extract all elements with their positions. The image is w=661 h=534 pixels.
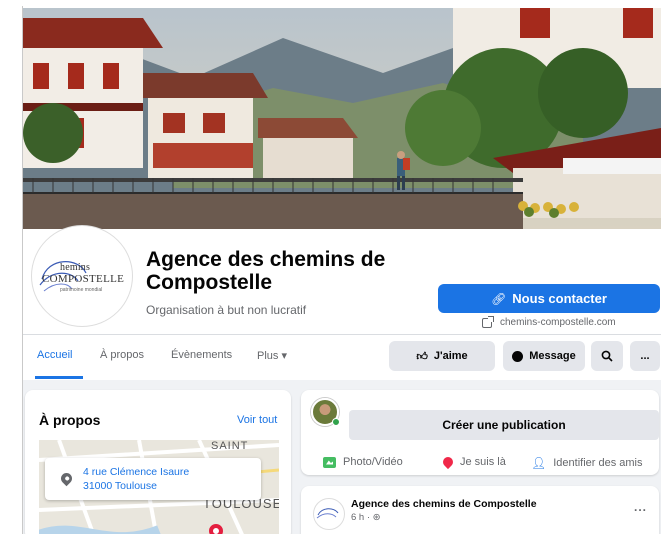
- post-options-button[interactable]: ...: [634, 500, 647, 514]
- page-category: Organisation à but non lucratif: [146, 303, 307, 317]
- location-map[interactable]: SAINT TOULOUSE 4 rue Clémence Isaure 310…: [39, 440, 279, 534]
- tab-more[interactable]: Plus ▾: [257, 349, 287, 362]
- search-icon: [601, 350, 613, 362]
- location-icon: [440, 454, 456, 470]
- post-author[interactable]: Agence des chemins de Compostelle: [351, 498, 537, 510]
- address-box[interactable]: 4 rue Clémence Isaure 31000 Toulouse: [45, 458, 261, 500]
- see-all-link[interactable]: Voir tout: [237, 414, 277, 426]
- message-button[interactable]: Message: [503, 341, 585, 371]
- post-card: Agence des chemins de Compostelle 6 h · …: [301, 486, 659, 534]
- external-link-icon: [482, 315, 494, 328]
- post-logo-swirl: [316, 508, 339, 519]
- more-actions-button[interactable]: ...: [630, 341, 660, 371]
- search-button[interactable]: [591, 341, 623, 371]
- like-button[interactable]: 👍︎ J'aime: [389, 341, 495, 371]
- cover-illustration: [23, 8, 661, 229]
- photo-icon: [323, 456, 336, 468]
- address-line2: 31000 Toulouse: [83, 480, 157, 492]
- photo-video-button[interactable]: Photo/Vidéo: [323, 456, 403, 468]
- page-feed-area: À propos Voir tout SAINT TOULOUSE 4 rue …: [23, 380, 661, 534]
- online-status-dot: [332, 418, 340, 426]
- contact-button-label: Nous contacter: [512, 291, 607, 306]
- post-author-avatar[interactable]: [313, 498, 345, 530]
- about-card: À propos Voir tout SAINT TOULOUSE 4 rue …: [25, 390, 291, 534]
- address-line1: 4 rue Clémence Isaure: [83, 466, 190, 478]
- map-label-saint: SAINT: [211, 440, 249, 452]
- page-title: Agence des chemins de Compostelle: [146, 248, 386, 294]
- link-icon: 🔗︎: [491, 291, 507, 306]
- post-meta: 6 h · ⊛: [351, 512, 381, 523]
- thumbs-up-icon: 👍︎: [416, 350, 428, 363]
- create-post-card: Créer une publication Photo/Vidéo Je sui…: [301, 390, 659, 475]
- website-url: chemins-compostelle.com: [500, 317, 616, 328]
- organization-logo: hemins COMPOSTELLE patrimoine mondial: [38, 247, 132, 311]
- message-button-label: Message: [529, 350, 576, 362]
- page-profile-picture[interactable]: hemins COMPOSTELLE patrimoine mondial: [32, 226, 132, 326]
- tab-home[interactable]: Accueil: [37, 349, 72, 361]
- like-button-label: J'aime: [433, 350, 468, 362]
- facebook-page: hemins COMPOSTELLE patrimoine mondial Ag…: [0, 0, 661, 534]
- checkin-button[interactable]: Je suis là: [440, 454, 506, 470]
- messenger-icon: [512, 350, 524, 362]
- tag-friends-button[interactable]: 👤︎ Identifier des amis: [531, 456, 643, 470]
- logo-text-line3: patrimoine mondial: [60, 287, 103, 293]
- about-title: À propos: [39, 412, 101, 428]
- website-link[interactable]: chemins-compostelle.com: [482, 315, 616, 328]
- active-tab-indicator: [35, 376, 83, 379]
- photo-video-label: Photo/Vidéo: [343, 456, 403, 468]
- contact-button[interactable]: 🔗︎ Nous contacter: [438, 284, 660, 313]
- checkin-label: Je suis là: [460, 456, 506, 468]
- location-pin-icon: [58, 470, 75, 487]
- logo-text-line2: COMPOSTELLE: [42, 273, 125, 285]
- tab-events[interactable]: Évènements: [171, 349, 232, 361]
- tab-about[interactable]: À propos: [100, 349, 144, 361]
- more-icon: ...: [640, 350, 650, 362]
- tag-friends-label: Identifier des amis: [553, 457, 643, 469]
- tag-people-icon: 👤︎: [531, 456, 547, 470]
- logo-text-line1: hemins: [60, 262, 91, 273]
- cover-photo[interactable]: [23, 8, 661, 229]
- create-post-input[interactable]: Créer une publication: [349, 410, 659, 440]
